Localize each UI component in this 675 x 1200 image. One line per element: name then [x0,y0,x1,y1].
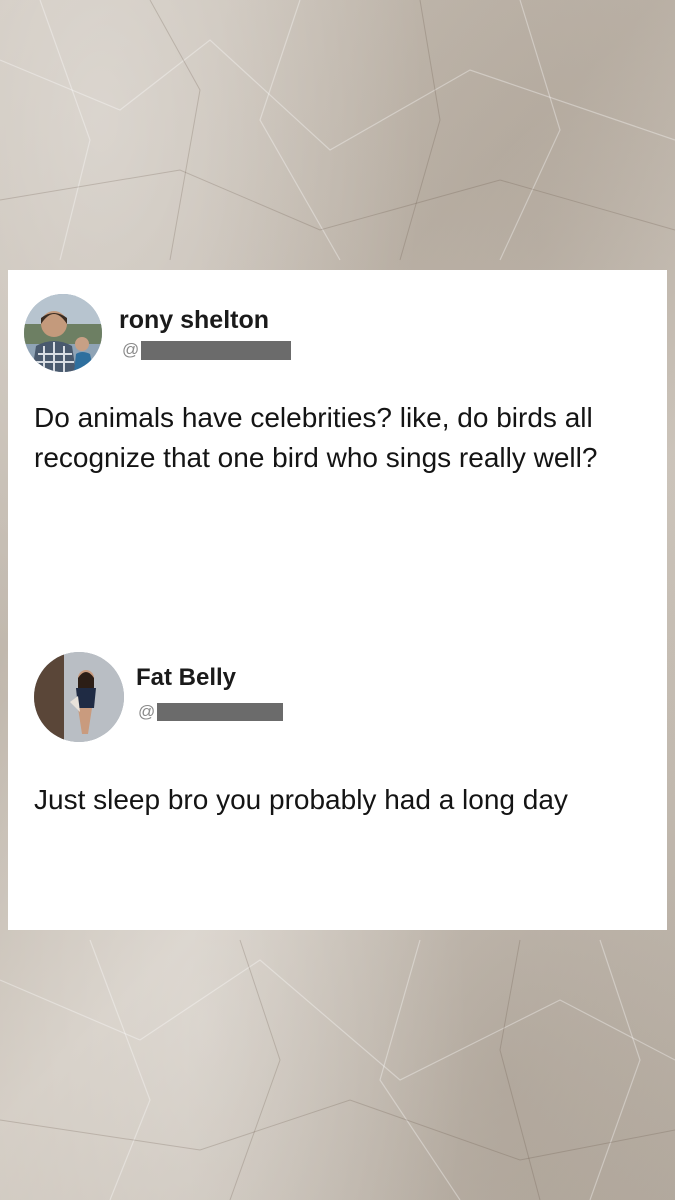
reply-text: Just sleep bro you probably had a long d… [34,784,568,815]
post-text: Do animals have celebrities? like, do bi… [34,402,598,473]
profile-photo-icon[interactable] [34,652,124,742]
handle-prefix: @ [122,340,140,359]
handle-redaction-bar [141,340,292,360]
author-handle[interactable]: @ [122,340,292,360]
page: { "background": { "style": "crumpled-pap… [0,0,675,1200]
profile-photo-icon[interactable] [24,294,102,372]
handle-redaction-bar [157,703,284,721]
author-display-name[interactable]: Fat Belly [136,664,236,692]
screenshot-card: rony shelton @ Do animals have celebriti… [8,270,667,930]
author-display-name[interactable]: rony shelton [119,306,269,335]
handle-prefix: @ [138,702,156,721]
author-handle[interactable]: @ [138,702,284,722]
